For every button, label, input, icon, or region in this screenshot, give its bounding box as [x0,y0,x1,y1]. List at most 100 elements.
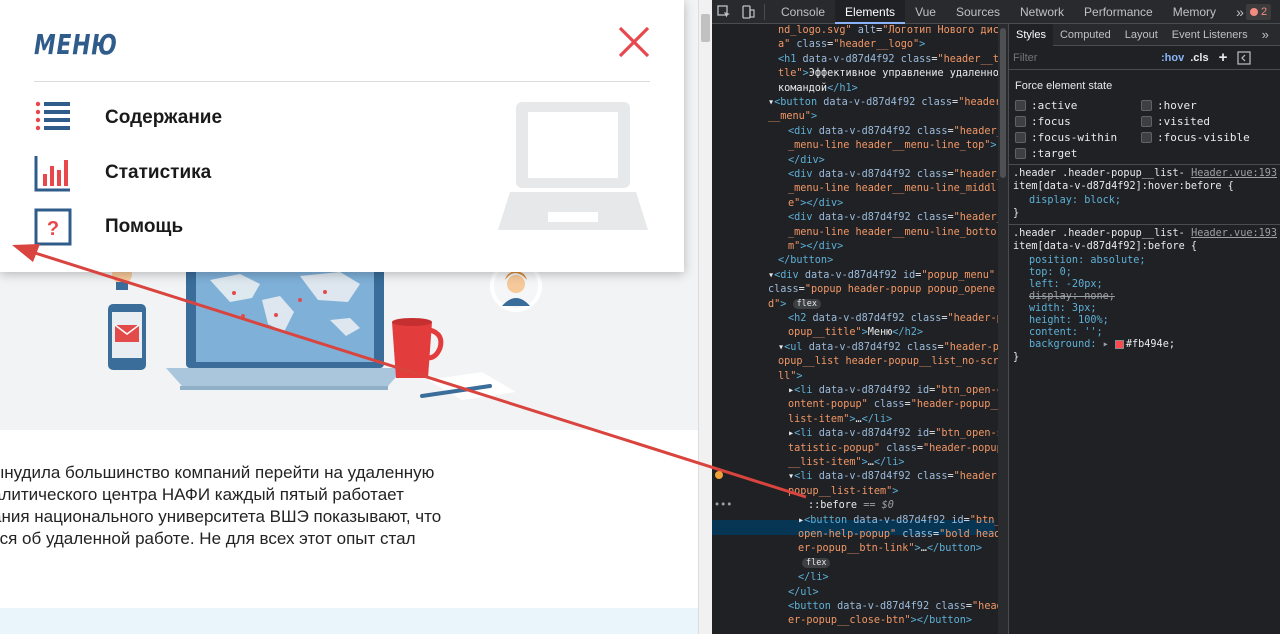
dom-line[interactable]: nd_logo.svg" alt="Логотип Нового диск [778,24,1005,38]
dom-line[interactable]: open-help-popup" class="bold head [798,528,1000,542]
page-scrollbar[interactable] [698,0,712,634]
tab-styles[interactable]: Styles [1009,23,1053,46]
rule-declaration[interactable]: left: -20px; [1029,279,1103,292]
dom-line[interactable]: <div data-v-d87d4f92 class="header_ [788,211,1003,225]
checkbox[interactable] [1015,100,1026,111]
checkbox[interactable] [1141,132,1152,143]
styles-more-button[interactable]: » [1255,24,1276,46]
dom-line[interactable]: er-popup__close-btn"></button> [788,614,972,628]
state-focus-within[interactable]: :focus-within [1015,131,1117,144]
tab-elements[interactable]: Elements [835,0,906,24]
tab-sources[interactable]: Sources [946,0,1010,24]
rule-declaration[interactable]: width: 3px; [1029,303,1096,316]
dom-line[interactable]: <h2 data-v-d87d4f92 class="header-p [788,312,1003,326]
page-scrollbar-thumb[interactable] [701,14,710,42]
dom-line[interactable]: </div> [788,154,825,168]
state-focus[interactable]: :focus [1015,115,1071,128]
dom-line[interactable]: __list-item">…</li> [788,456,905,470]
menu-item-contents[interactable]: Содержание [34,99,222,137]
rule-source-link[interactable]: Header.vue:193 [1191,168,1277,181]
dom-line[interactable]: <h1 data-v-d87d4f92 class="header__ti [778,53,1005,67]
dom-line[interactable]: _menu-line header__menu-line_middl [788,182,997,196]
rule-declaration-overridden[interactable]: display: none; [1029,291,1115,304]
dom-line[interactable]: <button data-v-d87d4f92 class="head [788,600,1003,614]
dom-line[interactable]: командой</h1> [778,82,858,96]
state-visited[interactable]: :visited [1141,115,1210,128]
dom-line[interactable]: opup__title">Меню</h2> [788,326,923,340]
computed-sidebar-toggle-icon[interactable] [1237,50,1251,65]
dom-line[interactable]: flex [802,557,831,571]
dom-line[interactable]: ▾<button data-v-d87d4f92 class="header [768,96,1001,110]
dom-line[interactable]: d"> flex [768,298,822,312]
tab-event-listeners[interactable]: Event Listeners [1165,24,1255,46]
dom-line[interactable]: m"></div> [788,240,843,254]
rule-source-link[interactable]: Header.vue:193 [1191,228,1277,241]
dom-line[interactable]: opup__list header-popup__list_no-scro [778,355,1005,369]
inspect-element-button[interactable] [712,0,736,24]
checkbox[interactable] [1015,116,1026,127]
flex-badge[interactable]: flex [802,558,831,568]
error-count-badge[interactable]: 2 [1246,4,1272,20]
cls-toggle[interactable]: .cls [1190,52,1208,64]
dom-line[interactable]: ▸<li data-v-d87d4f92 id="btn_open-c [788,384,1003,398]
close-button[interactable] [614,24,654,64]
dom-line[interactable]: </li> [798,571,829,585]
tab-computed[interactable]: Computed [1053,24,1118,46]
dom-line[interactable]: ▸<button data-v-d87d4f92 id="btn_ [798,514,1000,528]
rule-declaration-background[interactable]: background: ▸ #fb494e; [1029,339,1175,352]
dom-line[interactable]: list-item">…</li> [788,413,892,427]
dom-line-dots[interactable]: ••• [714,499,732,513]
flex-badge[interactable]: flex [792,299,822,309]
rule-declaration[interactable]: top: 0; [1029,267,1072,280]
tab-vue[interactable]: Vue [905,0,946,24]
tab-console[interactable]: Console [771,0,835,24]
color-swatch-icon[interactable] [1114,339,1124,349]
tab-performance[interactable]: Performance [1074,0,1163,24]
dom-line[interactable]: ▾<ul data-v-d87d4f92 class="header-p [778,341,999,355]
elements-scrollbar[interactable] [998,24,1008,634]
dom-line[interactable]: _menu-line header__menu-line_top"> [788,139,997,153]
device-toolbar-button[interactable] [736,0,760,24]
checkbox[interactable] [1015,132,1026,143]
dom-line[interactable]: _menu-line header__menu-line_botto [788,226,997,240]
state-hover[interactable]: :hover [1141,99,1197,112]
state-active[interactable]: :active [1015,99,1077,112]
elements-scrollbar-thumb[interactable] [1000,28,1006,178]
dom-line[interactable]: __menu"> [768,110,817,124]
rule-declaration[interactable]: position: absolute; [1029,255,1146,268]
tab-layout[interactable]: Layout [1118,24,1165,46]
dom-line[interactable]: <div data-v-d87d4f92 class="header_ [788,168,1003,182]
checkbox[interactable] [1141,100,1152,111]
dom-line[interactable]: <div data-v-d87d4f92 class="header_ [788,125,1003,139]
new-rule-button[interactable]: + [1219,49,1228,66]
dom-line[interactable]: </button> [778,254,833,268]
dom-line[interactable]: popup__list-item"> [788,485,898,499]
dom-line[interactable]: ▸<li data-v-d87d4f92 id="btn_open-s [788,427,1003,441]
dom-line-selected[interactable]: ::before == $0 [808,499,894,513]
rule-declaration[interactable]: height: 100%; [1029,315,1109,328]
dom-line[interactable]: ll"> [778,370,803,384]
checkbox[interactable] [1141,116,1152,127]
rule-declaration[interactable]: display: block; [1029,195,1121,208]
tab-memory[interactable]: Memory [1163,0,1226,24]
dom-line[interactable]: er-popup__btn-link">…</button> [798,542,982,556]
dom-line[interactable]: e"></div> [788,197,843,211]
rule-declaration[interactable]: content: ''; [1029,327,1103,340]
dom-line[interactable]: а" class="header__logo"> [778,38,925,52]
dom-line[interactable]: tle">Эффективное управление удаленной [778,67,1005,81]
css-rule-hover-before[interactable]: .header .header-popup__list- Header.vue:… [1009,164,1280,224]
dom-line[interactable]: tatistic-popup" class="header-popup [788,442,1003,456]
hov-toggle[interactable]: :hov [1161,52,1184,64]
elements-tree[interactable]: nd_logo.svg" alt="Логотип Нового диск а"… [712,24,1008,634]
state-focus-visible[interactable]: :focus-visible [1141,131,1250,144]
styles-filter-input[interactable] [1013,48,1155,67]
dom-line[interactable]: ▾<div data-v-d87d4f92 id="popup_menu" [768,269,995,283]
menu-item-help[interactable]: ? Помощь [34,208,183,246]
dom-line[interactable]: ▾<li data-v-d87d4f92 class="header- [788,470,1003,484]
dom-line[interactable]: </ul> [788,586,819,600]
state-target[interactable]: :target [1015,147,1077,160]
checkbox[interactable] [1015,148,1026,159]
dom-line[interactable]: ontent-popup" class="header-popup__ [788,398,1003,412]
menu-item-statistics[interactable]: Статистика [34,154,211,192]
dom-line[interactable]: class="popup header-popup popup_opene [768,283,995,297]
